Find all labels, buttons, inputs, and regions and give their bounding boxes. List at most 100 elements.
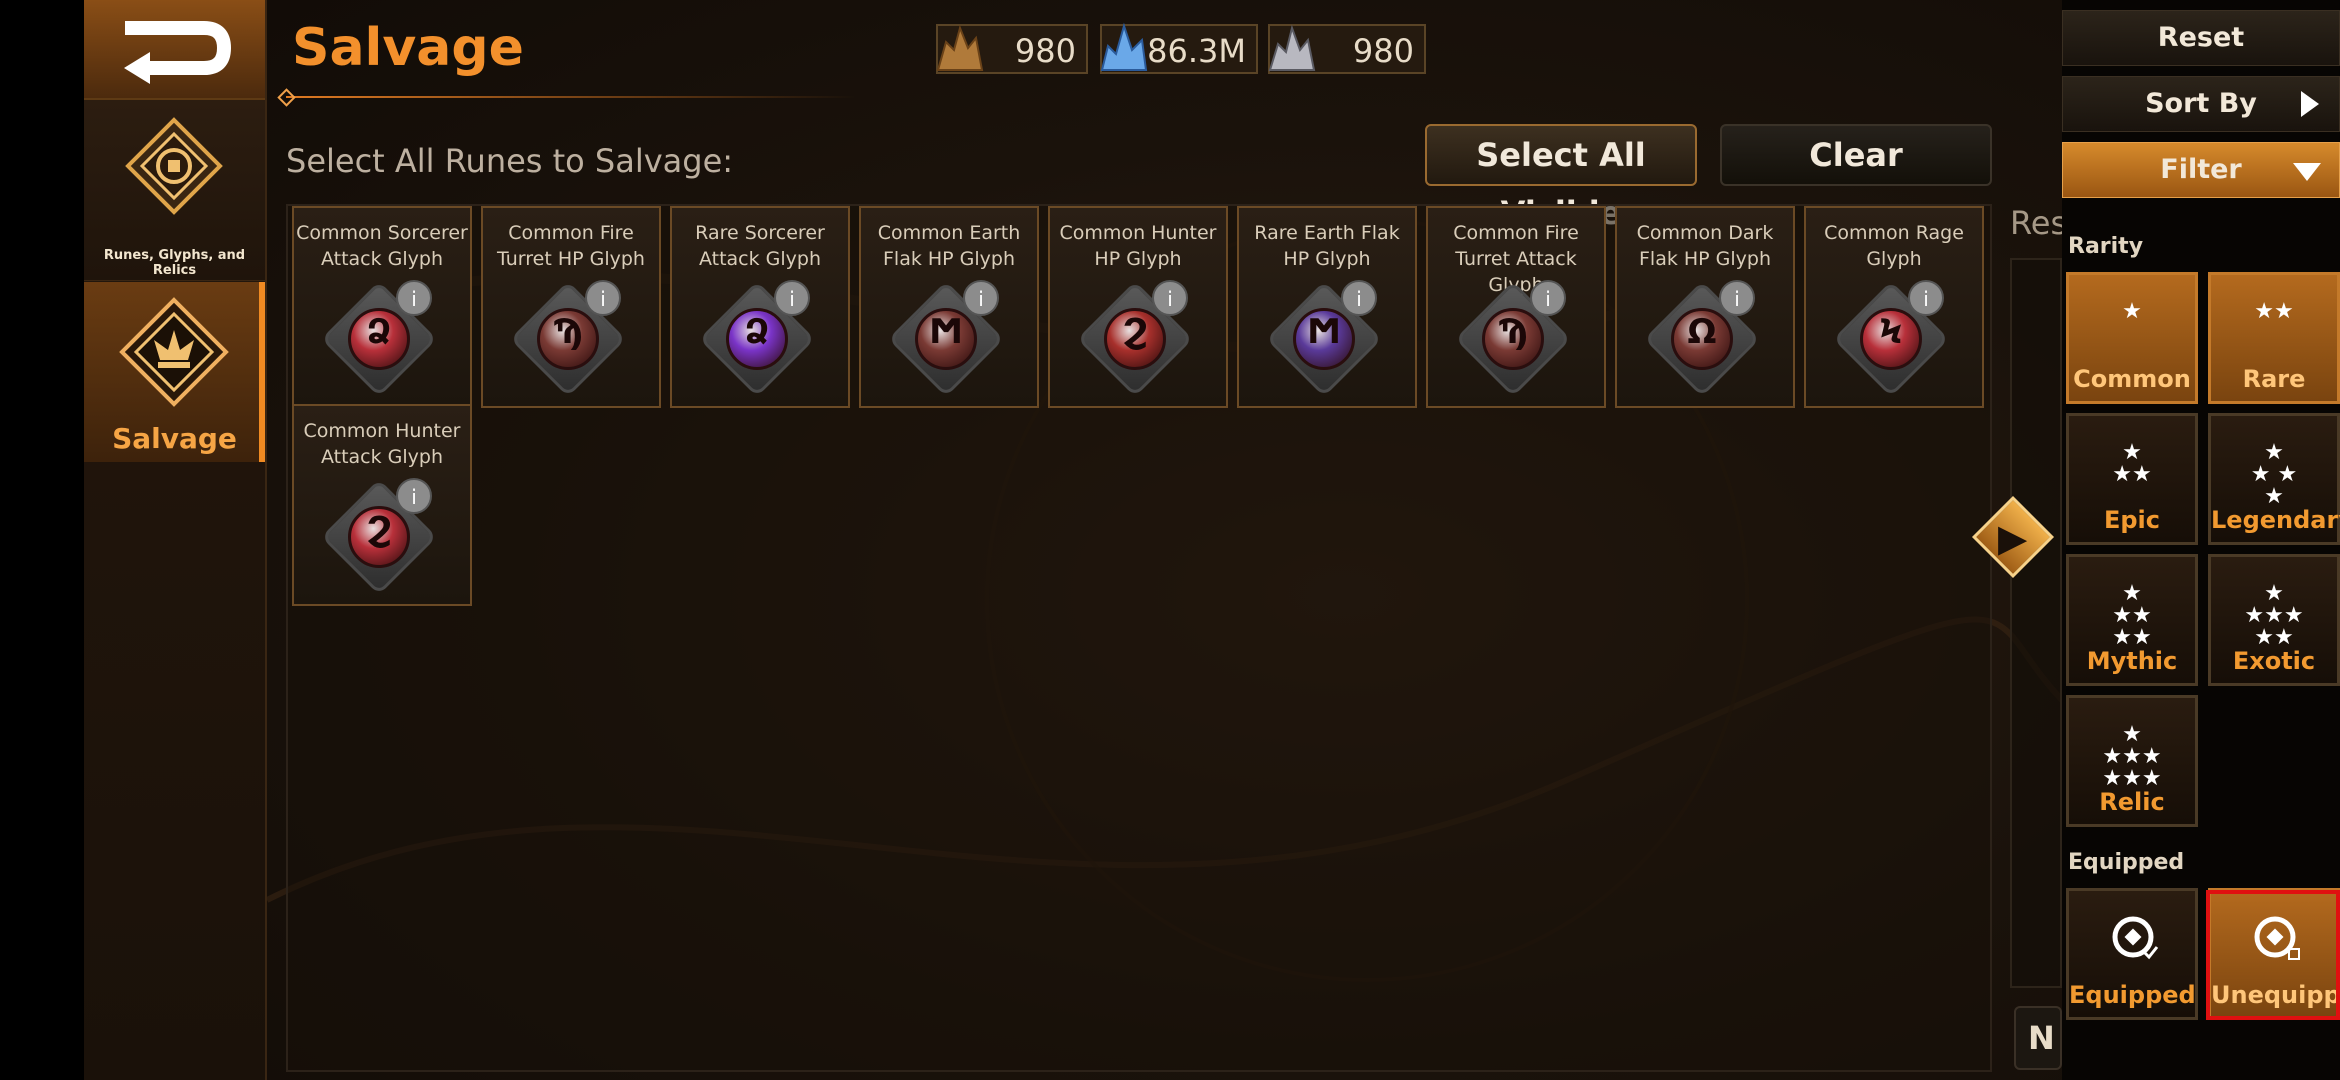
info-button[interactable]: i — [1719, 280, 1755, 316]
filter-rarity-exotic-button[interactable]: ★ ★★★ ★★ Exotic — [2208, 554, 2340, 686]
filter-rarity-epic-button[interactable]: ★ ★★ Epic — [2066, 413, 2198, 545]
info-button[interactable]: i — [1908, 280, 1944, 316]
resource-copper: 980 — [936, 24, 1088, 74]
info-button[interactable]: i — [396, 280, 432, 316]
play-arrow-icon: ▶ — [1998, 516, 2028, 560]
glyph-card[interactable]: Rare Earth Flak HP Glyph Ϻi — [1237, 206, 1417, 408]
clear-button[interactable]: Clear — [1720, 124, 1992, 186]
title-underline — [286, 96, 856, 98]
rarity-stars-icon: ★ ★ ★ ★ — [2250, 440, 2298, 509]
info-button[interactable]: i — [1152, 280, 1188, 316]
info-button[interactable]: i — [774, 280, 810, 316]
selection-highlight — [2206, 890, 2340, 1020]
resource-crystal: 86.3M — [1100, 22, 1258, 74]
glyph-symbol-icon: Ϡ — [1497, 312, 1529, 352]
filter-option-label: Epic — [2103, 506, 2161, 534]
glyph-card[interactable]: Common Sorcerer Attack Glyph Ձi — [292, 206, 472, 408]
glyph-card[interactable]: Common Fire Turret Attack GlyphϠi — [1426, 206, 1606, 408]
glyph-name: Common Sorcerer Attack Glyph — [296, 222, 468, 270]
equipped-section-label: Equipped — [2068, 850, 2185, 875]
glyph-name: Common Hunter Attack Glyph — [303, 420, 461, 468]
copper-ore-icon — [936, 24, 984, 71]
sort-by-button[interactable]: Sort By — [2062, 76, 2340, 132]
salvage-emblem-icon — [119, 297, 229, 407]
glyph-symbol-icon: Ձ — [744, 312, 770, 352]
filter-option-label: Common — [2073, 365, 2191, 393]
reset-label: Reset — [2157, 22, 2245, 53]
rarity-section-label: Rarity — [2068, 234, 2144, 259]
sidebar-item-runes[interactable]: Runes, Glyphs, and Relics — [84, 100, 265, 281]
glyph-name: Common Hunter HP Glyph — [1059, 222, 1217, 270]
rarity-stars-icon: ★ ★★★ ★★ — [2244, 581, 2304, 650]
glyph-name: Common Rage Glyph — [1824, 222, 1964, 270]
glyph-symbol-icon: Ϟ — [1879, 312, 1903, 352]
resource-silver: 980 — [1268, 24, 1426, 74]
glyph-name: Common Dark Flak HP Glyph — [1636, 222, 1774, 270]
filter-rarity-rare-button[interactable]: ★★ Rare — [2208, 272, 2340, 404]
sort-label: Sort By — [2145, 88, 2257, 119]
filter-option-label: Mythic — [2086, 647, 2178, 675]
glyph-symbol-icon: Ϻ — [1307, 312, 1341, 352]
back-button[interactable] — [84, 0, 265, 100]
page-title: Salvage — [292, 18, 524, 78]
glyph-name: Common Earth Flak HP Glyph — [877, 222, 1021, 270]
resource-value: 980 — [1352, 32, 1414, 70]
filter-rarity-common-button[interactable]: ★ Common — [2066, 272, 2198, 404]
next-button[interactable]: N — [2014, 1006, 2062, 1070]
back-arrow-icon — [124, 21, 232, 84]
glyph-symbol-icon: Ձ — [366, 312, 392, 352]
resource-value: 980 — [1014, 32, 1076, 70]
filter-option-label: Legendary — [2211, 506, 2340, 534]
sidebar-item-label: Salvage — [112, 422, 237, 455]
blue-crystal-icon — [1100, 22, 1148, 71]
results-title: Res — [2010, 204, 2068, 242]
glyph-card[interactable]: Common Earth Flak HP Glyph Ϻi — [859, 206, 1039, 408]
filter-button[interactable]: Filter — [2062, 142, 2340, 198]
filter-option-label: Rare — [2242, 365, 2306, 393]
sidebar-item-label: Runes, Glyphs, and Relics — [103, 248, 246, 278]
glyph-name: Rare Earth Flak HP Glyph — [1254, 222, 1400, 270]
filter-option-label: Equipped — [2069, 981, 2196, 1009]
results-panel — [2010, 258, 2062, 988]
rarity-stars-icon: ★ ★★ ★★ — [2112, 581, 2152, 650]
info-button[interactable]: i — [585, 280, 621, 316]
filter-equipped-button[interactable]: Equipped — [2066, 888, 2198, 1020]
glyph-symbol-icon: Ϡ — [552, 312, 584, 352]
resource-value: 86.3M — [1147, 32, 1246, 70]
sidebar-item-salvage[interactable]: Salvage — [84, 282, 265, 462]
equipped-rune-icon — [2112, 916, 2159, 960]
glyph-card[interactable]: Common Hunter HP Glyph Ϩi — [1048, 206, 1228, 408]
silver-ore-icon — [1268, 24, 1316, 71]
filter-rarity-mythic-button[interactable]: ★ ★★ ★★ Mythic — [2066, 554, 2198, 686]
rarity-stars-icon: ★ — [2122, 299, 2142, 324]
rarity-stars-icon: ★ ★★ — [2112, 440, 2152, 487]
glyph-symbol-icon: Ω — [1687, 312, 1717, 352]
chevron-right-icon — [2301, 91, 2319, 117]
reset-button[interactable]: Reset — [2062, 10, 2340, 66]
glyph-card[interactable]: Common Rage Glyph Ϟi — [1804, 206, 1984, 408]
glyph-symbol-icon: Ϩ — [1122, 312, 1148, 352]
filter-rarity-legendary-button[interactable]: ★ ★ ★ ★ Legendary — [2208, 413, 2340, 545]
glyph-card[interactable]: Common Dark Flak HP Glyph Ωi — [1615, 206, 1795, 408]
chevron-down-icon — [2293, 163, 2321, 181]
filter-rarity-relic-button[interactable]: ★ ★★★ ★★★ Relic — [2066, 695, 2198, 827]
select-all-label: Select All Runes to Salvage: — [286, 142, 734, 180]
filter-label: Filter — [2160, 154, 2242, 185]
info-button[interactable]: i — [963, 280, 999, 316]
info-button[interactable]: i — [1530, 280, 1566, 316]
glyph-symbol-icon: Ϩ — [366, 510, 392, 550]
glyph-name: Rare Sorcerer Attack Glyph — [695, 222, 825, 270]
rarity-stars-icon: ★★ — [2254, 299, 2294, 324]
info-button[interactable]: i — [1341, 280, 1377, 316]
glyph-card[interactable]: Common Hunter Attack Glyph Ϩi — [292, 404, 472, 606]
glyph-card[interactable]: Common Fire Turret HP Glyph Ϡi — [481, 206, 661, 408]
glyph-card[interactable]: Rare Sorcerer Attack Glyph Ձi — [670, 206, 850, 408]
glyph-name: Common Fire Turret HP Glyph — [497, 222, 645, 270]
glyph-symbol-icon: Ϻ — [929, 312, 963, 352]
info-button[interactable]: i — [396, 478, 432, 514]
filter-option-label: Relic — [2099, 788, 2165, 816]
filter-option-label: Exotic — [2232, 647, 2316, 675]
rarity-stars-icon: ★ ★★★ ★★★ — [2102, 722, 2162, 791]
select-all-visible-button[interactable]: Select All Visible — [1425, 124, 1697, 232]
runes-emblem-icon — [125, 117, 223, 215]
